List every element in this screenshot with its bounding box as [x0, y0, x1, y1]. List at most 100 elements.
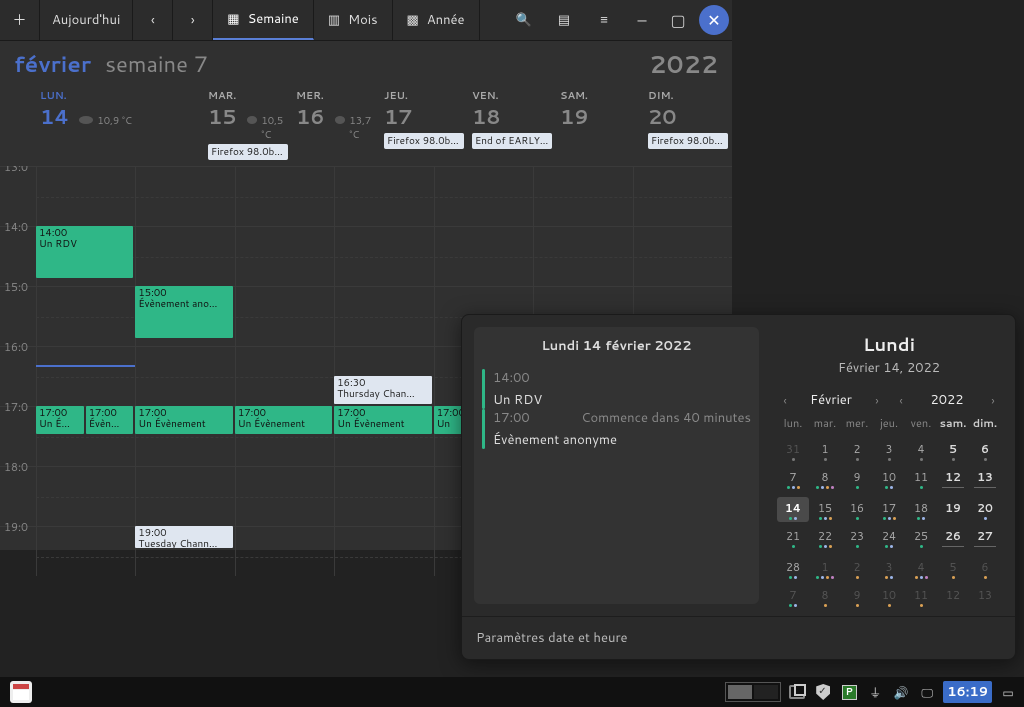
view-week-tab[interactable]: ▦Semaine — [213, 0, 314, 40]
day-abbr: SAM. — [560, 89, 640, 103]
day-header[interactable]: LUN. 14 10,9 °C — [36, 87, 204, 166]
day-header[interactable]: MER. 16 13,7 °C — [292, 87, 380, 166]
mini-day-cell[interactable]: 31 — [777, 438, 809, 463]
day-header[interactable]: DIM. 20 Firefox 98.0b… — [644, 87, 732, 166]
hour-label: 13:0 — [4, 166, 28, 175]
mini-day-cell[interactable]: 4 — [905, 556, 937, 581]
mini-day-cell[interactable]: 2 — [841, 438, 873, 463]
mini-day-cell[interactable]: 5 — [937, 556, 969, 581]
mini-prev-year[interactable]: ‹ — [893, 392, 909, 409]
toolbar: ＋ Aujourd'hui ‹ › ▦Semaine ▥Mois ▩Année … — [0, 0, 732, 41]
calendar-event[interactable]: 19:00Tuesday Chann… — [135, 526, 232, 548]
mini-day-cell[interactable]: 4 — [905, 438, 937, 463]
view-year-tab[interactable]: ▩Année — [393, 0, 480, 40]
taskbar-app-calendar[interactable] — [6, 681, 36, 703]
mini-day-cell[interactable]: 17 — [873, 497, 905, 522]
mini-day-cell[interactable]: 20 — [969, 497, 1001, 522]
today-button[interactable]: Aujourd'hui — [40, 0, 133, 40]
day-header[interactable]: JEU. 17 Firefox 98.0b… — [380, 87, 468, 166]
week-label: semaine 7 — [105, 49, 208, 80]
display-icon[interactable]: 🖵 — [917, 682, 937, 702]
mini-next-month[interactable]: › — [869, 392, 885, 409]
day-header[interactable]: SAM. 19 — [556, 87, 644, 166]
mini-day-cell[interactable]: 8 — [809, 466, 841, 494]
mini-prev-month[interactable]: ‹ — [777, 392, 793, 409]
search-button[interactable]: 🔍 — [504, 0, 544, 40]
calendar-event[interactable]: 14:00Un RDV — [36, 226, 133, 278]
mini-day-cell[interactable]: 2 — [841, 556, 873, 581]
mini-day-cell[interactable]: 24 — [873, 525, 905, 553]
agenda-date-title: Lundi 14 février 2022 — [482, 337, 751, 355]
parking-badge-icon[interactable]: P — [839, 682, 859, 702]
new-event-button[interactable]: ＋ — [0, 0, 40, 40]
event-dots — [809, 458, 841, 462]
mini-day-cell[interactable]: 18 — [905, 497, 937, 522]
close-button[interactable]: ✕ — [699, 5, 729, 35]
day-header[interactable]: VEN. 18 End of EARLY… — [468, 87, 556, 166]
mini-day-cell[interactable]: 6 — [969, 556, 1001, 581]
view-month-tab[interactable]: ▥Mois — [314, 0, 393, 40]
volume-icon[interactable]: 🔊 — [891, 682, 911, 702]
agenda-item[interactable]: 14:00 Un RDV — [482, 369, 751, 409]
allday-event[interactable]: End of EARLY… — [472, 133, 552, 149]
mini-day-cell[interactable]: 25 — [905, 525, 937, 553]
mini-day-cell[interactable]: 27 — [969, 525, 1001, 553]
calendar-event[interactable]: 17:00Un Évènement — [334, 406, 431, 434]
allday-event[interactable]: Firefox 98.0b… — [384, 133, 464, 149]
mini-day-cell[interactable]: 7 — [777, 466, 809, 494]
mini-day-cell[interactable]: 10 — [873, 466, 905, 494]
mini-day-cell[interactable]: 14 — [777, 497, 809, 522]
allday-event[interactable]: Firefox 98.0b… — [648, 133, 728, 149]
mini-day-cell[interactable]: 9 — [841, 584, 873, 609]
mini-day-cell[interactable]: 11 — [905, 466, 937, 494]
minimize-button[interactable]: – — [627, 5, 657, 35]
prev-button[interactable]: ‹ — [133, 0, 173, 40]
network-icon[interactable]: ⏚ — [865, 682, 885, 702]
mini-day-cell[interactable]: 1 — [809, 438, 841, 463]
mini-day-cell[interactable]: 13 — [969, 584, 1001, 609]
calendar-event[interactable]: 17:00Évèn… — [86, 406, 134, 434]
workspace-indicator[interactable] — [725, 682, 781, 702]
calendar-event[interactable]: 17:00Un Évènement — [235, 406, 332, 434]
window-switcher-icon[interactable] — [787, 682, 807, 702]
calendar-event[interactable]: 16:30Thursday Chan… — [334, 376, 431, 404]
show-desktop-icon[interactable]: ▭ — [998, 682, 1018, 702]
mini-day-cell[interactable]: 19 — [937, 497, 969, 522]
menu-button[interactable]: ≡ — [584, 0, 624, 40]
mini-day-cell[interactable]: 8 — [809, 584, 841, 609]
mini-day-cell[interactable]: 22 — [809, 525, 841, 553]
mini-day-cell[interactable]: 15 — [809, 497, 841, 522]
next-button[interactable]: › — [173, 0, 213, 40]
day-header[interactable]: MAR. 15 10,5 °C Firefox 98.0b… — [204, 87, 292, 166]
mini-day-cell[interactable]: 28 — [777, 556, 809, 581]
calendar-picker-button[interactable]: ▤ — [544, 0, 584, 40]
datetime-settings-link[interactable]: Paramètres date et heure — [462, 616, 1015, 659]
mini-day-cell[interactable]: 23 — [841, 525, 873, 553]
mini-day-cell[interactable]: 13 — [969, 466, 1001, 494]
calendar-event[interactable]: 17:00Un É… — [36, 406, 84, 434]
mini-day-cell[interactable]: 3 — [873, 438, 905, 463]
taskbar-clock[interactable]: 16:19 — [943, 681, 992, 703]
hamburger-icon: ≡ — [600, 11, 608, 29]
mini-day-cell[interactable]: 21 — [777, 525, 809, 553]
calendar-event[interactable]: 15:00Évènement ano… — [135, 286, 232, 338]
agenda-item[interactable]: 17:00 Commence dans 40 minutes Évènement… — [482, 409, 751, 449]
mini-day-cell[interactable]: 16 — [841, 497, 873, 522]
shield-icon[interactable] — [813, 682, 833, 702]
mini-day-cell[interactable]: 12 — [937, 584, 969, 609]
mini-day-cell[interactable]: 26 — [937, 525, 969, 553]
mini-day-cell[interactable]: 10 — [873, 584, 905, 609]
mini-day-cell[interactable]: 5 — [937, 438, 969, 463]
mini-day-cell[interactable]: 3 — [873, 556, 905, 581]
day-temp: 10,9 °C — [97, 114, 132, 128]
mini-day-cell[interactable]: 11 — [905, 584, 937, 609]
mini-day-cell[interactable]: 1 — [809, 556, 841, 581]
mini-next-year[interactable]: › — [985, 392, 1001, 409]
mini-day-cell[interactable]: 7 — [777, 584, 809, 609]
maximize-button[interactable]: ▢ — [663, 5, 693, 35]
allday-event[interactable]: Firefox 98.0b… — [208, 144, 288, 160]
calendar-event[interactable]: 17:00Un Évènement — [135, 406, 232, 434]
mini-day-cell[interactable]: 6 — [969, 438, 1001, 463]
mini-day-cell[interactable]: 12 — [937, 466, 969, 494]
mini-day-cell[interactable]: 9 — [841, 466, 873, 494]
